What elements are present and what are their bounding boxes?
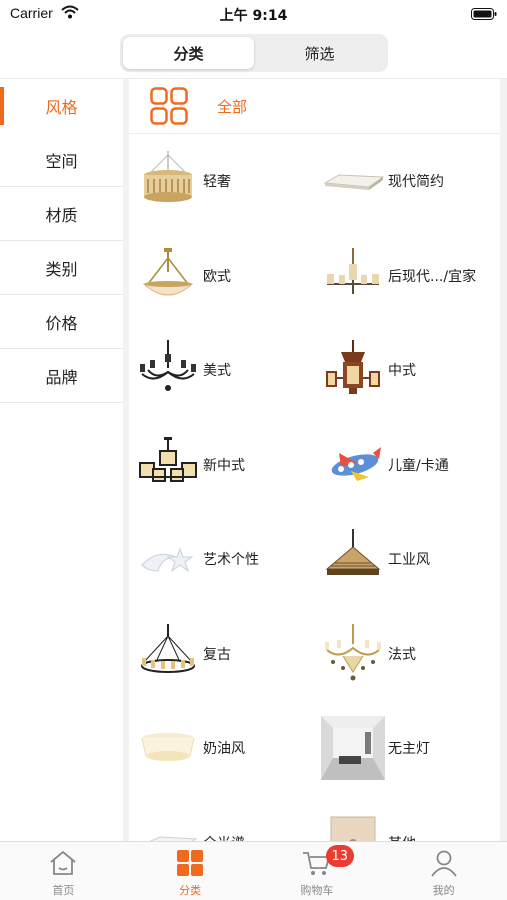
right-rail	[500, 79, 507, 841]
tab-label: 购物车	[300, 884, 334, 897]
category-item-artistic[interactable]: 艺术个性	[129, 512, 314, 607]
category-item-full-spectrum[interactable]: 全光谱	[129, 796, 314, 841]
category-icon	[177, 850, 204, 876]
category-label: 儿童/卡通	[388, 457, 449, 474]
category-item-european[interactable]: 欧式	[129, 229, 314, 324]
category-item-other[interactable]: 其他	[314, 796, 500, 841]
category-label: 新中式	[203, 457, 245, 474]
all-categories-label: 全部	[217, 97, 248, 116]
category-label: 法式	[388, 646, 416, 663]
category-label: 全光谱	[203, 833, 245, 841]
category-item-american[interactable]: 美式	[129, 323, 314, 418]
category-item-no-main-light[interactable]: 无主灯	[314, 701, 500, 796]
category-item-kids-cartoon[interactable]: 儿童/卡通	[314, 418, 500, 513]
tab-label: 分类	[179, 884, 202, 897]
all-categories-row[interactable]: 全部	[129, 79, 500, 134]
grid-icon	[150, 87, 188, 125]
category-item-french[interactable]: 法式	[314, 607, 500, 702]
tab-category[interactable]: 分类	[123, 37, 254, 69]
tab-label: 我的	[432, 884, 455, 897]
category-label: 其他	[388, 833, 416, 841]
category-label: 工业风	[388, 552, 430, 569]
category-item-postmodern[interactable]: 后现代.../宜家	[314, 229, 500, 324]
category-label: 现代简约	[388, 174, 444, 191]
style-grid: 轻奢 现代简约 欧式 后现代.../宜家 美式 中式 新中式 儿童/卡通 艺术个…	[129, 134, 500, 841]
category-label: 艺术个性	[203, 552, 259, 569]
category-item-industrial[interactable]: 工业风	[314, 512, 500, 607]
category-label: 轻奢	[203, 174, 231, 191]
sidebar-item-brand[interactable]: 品牌	[0, 349, 123, 403]
sidebar-item-material[interactable]: 材质	[0, 187, 123, 241]
tab-category-main[interactable]: 分类	[127, 842, 254, 900]
postmodern-chandelier-icon	[321, 244, 385, 308]
moon-star-lamp-icon	[136, 527, 200, 591]
american-chandelier-icon	[136, 338, 200, 402]
european-pendant-icon	[136, 244, 200, 308]
sidebar-item-price[interactable]: 价格	[0, 295, 123, 349]
category-label: 复古	[203, 646, 231, 663]
category-content: 全部 轻奢 现代简约 欧式 后现代.../宜家 美式 中式 新中式 儿童/卡通 …	[129, 79, 500, 841]
category-label: 中式	[388, 363, 416, 380]
sidebar-item-style[interactable]: 风格	[0, 79, 123, 133]
category-item-modern-minimal[interactable]: 现代简约	[314, 134, 500, 229]
new-chinese-chandelier-icon	[136, 433, 200, 497]
crystal-chandelier-icon	[136, 149, 200, 213]
ceiling-panel-icon	[136, 811, 200, 841]
category-label: 奶油风	[203, 741, 245, 758]
category-label: 后现代.../宜家	[388, 268, 477, 285]
category-item-vintage[interactable]: 复古	[129, 607, 314, 702]
category-label: 美式	[203, 363, 231, 380]
wall-switch-icon	[321, 811, 385, 841]
category-item-light-luxury[interactable]: 轻奢	[129, 134, 314, 229]
sidebar-item-space[interactable]: 空间	[0, 133, 123, 187]
flat-ceiling-lamp-icon	[321, 149, 385, 213]
status-time: 上午 9:14	[219, 8, 288, 24]
sidebar-item-type[interactable]: 类别	[0, 241, 123, 295]
bottom-tab-bar: 首页 分类 13 购物车 我的	[0, 841, 507, 900]
tab-profile[interactable]: 我的	[380, 842, 507, 900]
category-item-cream[interactable]: 奶油风	[129, 701, 314, 796]
vintage-wheel-chandelier-icon	[136, 622, 200, 686]
airplane-lamp-icon	[321, 433, 385, 497]
battery-icon	[471, 8, 497, 20]
cream-ceiling-lamp-icon	[136, 716, 200, 780]
home-icon	[50, 850, 76, 875]
tab-home[interactable]: 首页	[0, 842, 127, 900]
status-bar: Carrier 上午 9:14	[0, 0, 507, 28]
category-item-new-chinese[interactable]: 新中式	[129, 418, 314, 513]
user-icon	[430, 850, 457, 877]
room-photo-icon	[321, 716, 385, 781]
cart-count-badge: 13	[325, 845, 355, 867]
category-label: 无主灯	[388, 741, 430, 758]
category-label: 欧式	[203, 268, 231, 285]
chinese-lantern-chandelier-icon	[321, 338, 385, 402]
tab-label: 首页	[52, 884, 75, 897]
french-chandelier-icon	[321, 622, 385, 686]
segmented-control: 分类 筛选	[120, 34, 388, 72]
tab-cart[interactable]: 13 购物车	[254, 842, 381, 900]
tab-filter[interactable]: 筛选	[254, 37, 385, 69]
industrial-pendant-icon	[321, 527, 385, 591]
sidebar: 风格 空间 材质 类别 价格 品牌	[0, 79, 123, 841]
category-item-chinese[interactable]: 中式	[314, 323, 500, 418]
